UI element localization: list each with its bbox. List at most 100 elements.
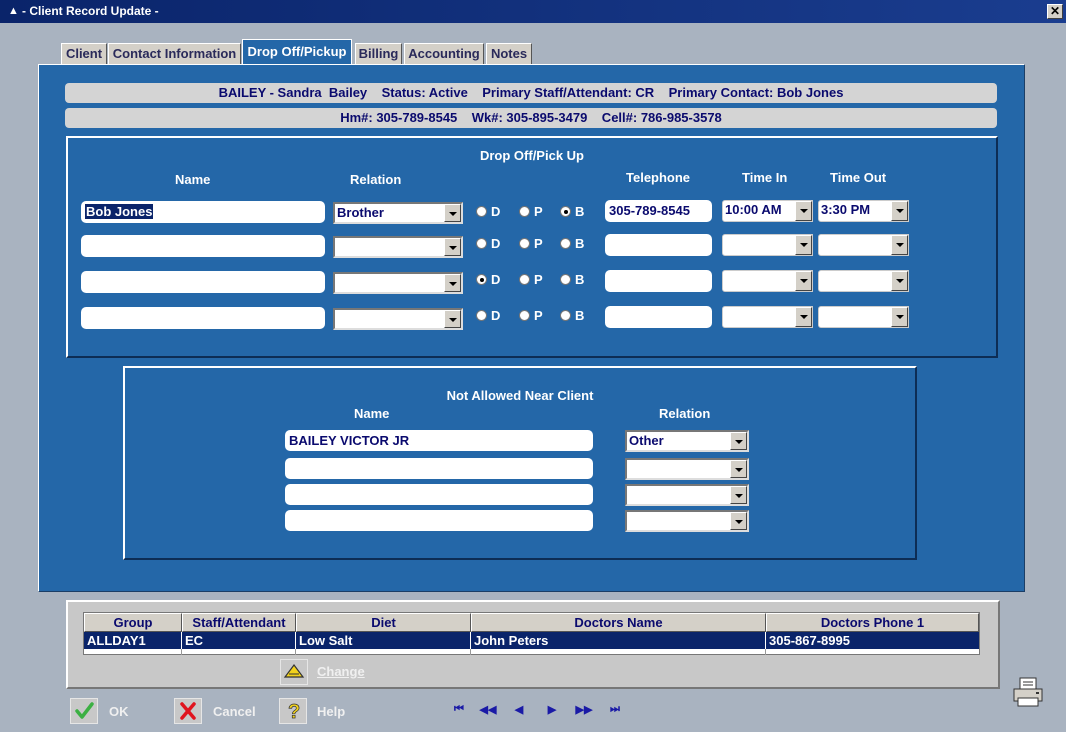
dropoff-relation-select[interactable] bbox=[333, 308, 463, 330]
chevron-down-icon[interactable] bbox=[795, 201, 812, 221]
dropoff-telephone-header: Telephone bbox=[626, 170, 691, 185]
grid-header-doctors-phone[interactable]: Doctors Phone 1 bbox=[766, 613, 979, 632]
radio-d[interactable]: D bbox=[476, 236, 500, 252]
tab-notes[interactable]: Notes bbox=[486, 43, 532, 65]
radio-d[interactable]: D bbox=[476, 272, 500, 288]
chevron-down-icon[interactable] bbox=[795, 271, 812, 291]
dropoff-relation-select[interactable]: Brother bbox=[333, 202, 463, 224]
dropoff-time-in-header: Time In bbox=[742, 170, 788, 185]
chevron-down-icon[interactable] bbox=[444, 204, 461, 222]
previous-record-button[interactable]: ◀ bbox=[512, 703, 526, 716]
check-icon bbox=[70, 698, 98, 724]
dropoff-time-out-select[interactable] bbox=[818, 234, 909, 256]
grid-cell-group: ALLDAY1 bbox=[84, 632, 182, 649]
help-button[interactable]: ? Help bbox=[279, 698, 359, 726]
dropoff-time-in-select[interactable] bbox=[722, 234, 813, 256]
chevron-down-icon[interactable] bbox=[795, 307, 812, 327]
dropoff-time-out-select[interactable] bbox=[818, 306, 909, 328]
last-record-button[interactable]: ⏭ bbox=[607, 703, 623, 716]
dropoff-mode-radio-group: D P B bbox=[476, 308, 591, 324]
tab-contact-information[interactable]: Contact Information bbox=[108, 43, 241, 65]
dropoff-name-input[interactable] bbox=[81, 235, 325, 257]
dropoff-name-input[interactable] bbox=[81, 307, 325, 329]
dropoff-telephone-input[interactable] bbox=[605, 270, 712, 292]
radio-d[interactable]: D bbox=[476, 308, 500, 324]
radio-b[interactable]: B bbox=[560, 308, 584, 324]
grid-cell-doctors-phone: 305-867-8995 bbox=[766, 632, 979, 649]
dropoff-name-input[interactable] bbox=[81, 271, 325, 293]
radio-b[interactable]: B bbox=[560, 236, 584, 252]
next-page-button[interactable]: ▶▶ bbox=[573, 703, 595, 716]
not-allowed-name-header: Name bbox=[354, 406, 390, 421]
title-bar: ▲ - Client Record Update - ✕ bbox=[0, 0, 1066, 23]
radio-checked-icon bbox=[560, 206, 571, 217]
not-allowed-title: Not Allowed Near Client bbox=[446, 388, 594, 403]
next-record-button[interactable]: ▶ bbox=[545, 703, 559, 716]
chevron-down-icon[interactable] bbox=[730, 512, 747, 530]
radio-p[interactable]: P bbox=[519, 236, 543, 252]
dropoff-time-in-value: 10:00 AM bbox=[725, 202, 782, 217]
chevron-down-icon[interactable] bbox=[891, 271, 908, 291]
grid-cell-diet: Low Salt bbox=[296, 632, 471, 649]
ok-button[interactable]: OK bbox=[70, 698, 140, 726]
radio-d[interactable]: D bbox=[476, 204, 500, 220]
dropoff-relation-select[interactable] bbox=[333, 272, 463, 294]
grid-header-diet[interactable]: Diet bbox=[296, 613, 471, 632]
radio-p[interactable]: P bbox=[519, 272, 543, 288]
dropoff-relation-select[interactable] bbox=[333, 236, 463, 258]
change-label: Change bbox=[317, 664, 365, 679]
grid-header-staff[interactable]: Staff/Attendant bbox=[182, 613, 296, 632]
not-allowed-relation-select[interactable] bbox=[625, 484, 749, 506]
radio-b[interactable]: B bbox=[560, 272, 584, 288]
chevron-down-icon[interactable] bbox=[444, 238, 461, 256]
grid-header-doctors-name[interactable]: Doctors Name bbox=[471, 613, 766, 632]
radio-p[interactable]: P bbox=[519, 308, 543, 324]
previous-page-button[interactable]: ◀◀ bbox=[477, 703, 499, 716]
dropoff-time-in-select[interactable]: 10:00 AM bbox=[722, 200, 813, 222]
printer-icon[interactable] bbox=[1012, 676, 1044, 708]
tab-client[interactable]: Client bbox=[61, 43, 107, 65]
dropoff-time-out-select[interactable]: 3:30 PM bbox=[818, 200, 909, 222]
dropoff-mode-radio-group: D P B bbox=[476, 204, 591, 220]
not-allowed-relation-value: Other bbox=[629, 433, 664, 448]
radio-p[interactable]: P bbox=[519, 204, 543, 220]
tab-billing[interactable]: Billing bbox=[355, 43, 402, 65]
not-allowed-relation-select[interactable] bbox=[625, 458, 749, 480]
cancel-button[interactable]: Cancel bbox=[174, 698, 264, 726]
first-record-button[interactable]: ⏮ bbox=[451, 703, 467, 716]
chevron-down-icon[interactable] bbox=[891, 201, 908, 221]
drop-off-pick-up-title: Drop Off/Pick Up bbox=[479, 148, 584, 163]
change-button[interactable]: Change bbox=[280, 659, 390, 685]
radio-b[interactable]: B bbox=[560, 204, 584, 220]
chevron-down-icon[interactable] bbox=[730, 432, 747, 450]
close-button[interactable]: ✕ bbox=[1047, 4, 1063, 19]
dropoff-time-in-select[interactable] bbox=[722, 270, 813, 292]
chevron-down-icon[interactable] bbox=[730, 486, 747, 504]
grid-empty-cell bbox=[471, 649, 766, 655]
dropoff-telephone-input[interactable] bbox=[605, 306, 712, 328]
radio-circle-icon bbox=[560, 274, 571, 285]
not-allowed-name-input[interactable] bbox=[285, 484, 593, 505]
not-allowed-name-input[interactable] bbox=[285, 458, 593, 479]
dropoff-time-in-select[interactable] bbox=[722, 306, 813, 328]
chevron-down-icon[interactable] bbox=[891, 235, 908, 255]
not-allowed-name-input[interactable]: BAILEY VICTOR JR bbox=[285, 430, 593, 451]
not-allowed-name-input[interactable] bbox=[285, 510, 593, 531]
dropoff-telephone-input[interactable] bbox=[605, 234, 712, 256]
chevron-down-icon[interactable] bbox=[444, 274, 461, 292]
dropoff-name-input[interactable]: Bob Jones bbox=[81, 201, 325, 223]
tab-accounting[interactable]: Accounting bbox=[404, 43, 484, 65]
not-allowed-relation-select[interactable] bbox=[625, 510, 749, 532]
chevron-down-icon[interactable] bbox=[795, 235, 812, 255]
dropoff-time-out-header: Time Out bbox=[830, 170, 887, 185]
dropoff-telephone-input[interactable]: 305-789-8545 bbox=[605, 200, 712, 222]
chevron-down-icon[interactable] bbox=[730, 460, 747, 478]
chevron-down-icon[interactable] bbox=[891, 307, 908, 327]
client-info-grid[interactable]: Group Staff/Attendant Diet Doctors Name … bbox=[83, 612, 980, 655]
chevron-down-icon[interactable] bbox=[444, 310, 461, 328]
not-allowed-relation-select[interactable]: Other bbox=[625, 430, 749, 452]
dropoff-time-out-select[interactable] bbox=[818, 270, 909, 292]
tab-drop-off-pickup[interactable]: Drop Off/Pickup bbox=[242, 39, 352, 66]
grid-header-group[interactable]: Group bbox=[84, 613, 182, 632]
radio-circle-icon bbox=[476, 310, 487, 321]
